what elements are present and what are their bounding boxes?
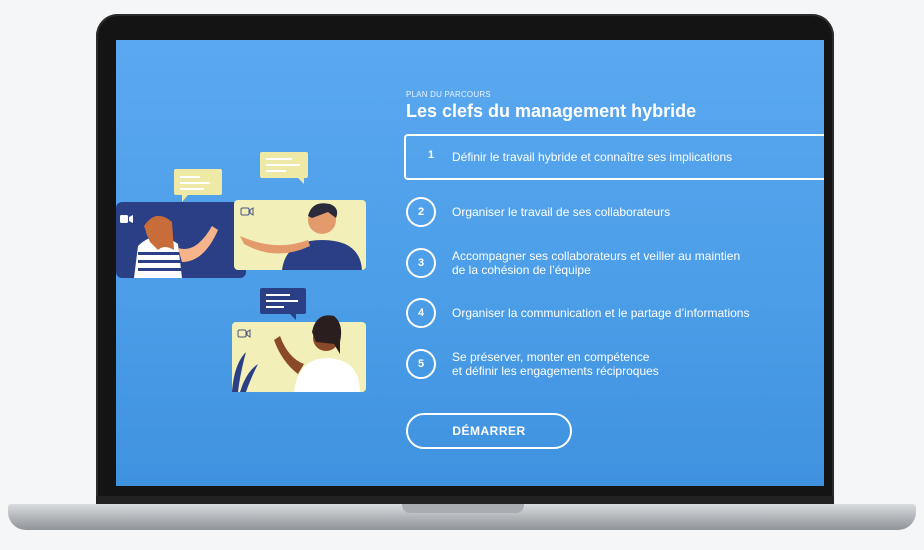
- step-4[interactable]: 4 Organiser la communication et le parta…: [406, 298, 824, 332]
- course-title: Les clefs du management hybride: [406, 101, 697, 121]
- video-call-illustration: [116, 152, 366, 392]
- step-number: 4: [406, 298, 436, 328]
- chat-bubble-icon: [260, 152, 308, 184]
- step-label-line-2: de la cohésion de l’équipe: [452, 263, 591, 277]
- step-number: 5: [406, 349, 436, 379]
- step-label-line-1: Accompagner ses collaborateurs et veille…: [452, 249, 741, 263]
- laptop-mockup: PLAN DU PARCOURS Les clefs du management…: [0, 0, 924, 550]
- video-camera-icon: [120, 215, 133, 223]
- course-kicker: PLAN DU PARCOURS: [406, 90, 491, 99]
- course-screen: PLAN DU PARCOURS Les clefs du management…: [116, 40, 824, 486]
- step-label-line-1: Se préserver, monter en compétence: [452, 350, 650, 364]
- start-button[interactable]: DÉMARRER: [406, 413, 572, 449]
- laptop-notch: [402, 504, 524, 513]
- step-3[interactable]: 3 Accompagner ses collaborateurs et veil…: [406, 248, 824, 282]
- step-label: Organiser le travail de ses collaborateu…: [452, 205, 671, 219]
- step-label: Organiser la communication et le partage…: [452, 306, 750, 320]
- step-number: 3: [406, 248, 436, 278]
- chat-bubble-icon: [174, 169, 222, 202]
- step-1[interactable]: 1 Définir le travail hybride et connaîtr…: [404, 134, 824, 180]
- step-5[interactable]: 5 Se préserver, monter en compétence et …: [406, 349, 824, 383]
- step-label-line-2: et définir les engagements réciproques: [452, 364, 659, 378]
- laptop-bottom-bar: [96, 496, 834, 504]
- step-2[interactable]: 2 Organiser le travail de ses collaborat…: [406, 197, 824, 231]
- step-number: 1: [427, 149, 435, 161]
- step-number: 2: [406, 197, 436, 227]
- step-label: Définir le travail hybride et connaître …: [452, 150, 733, 164]
- chat-bubble-icon: [260, 288, 306, 320]
